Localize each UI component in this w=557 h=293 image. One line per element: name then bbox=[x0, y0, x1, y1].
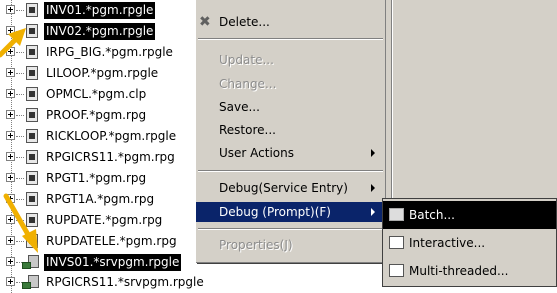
interactive-debug-icon bbox=[389, 236, 404, 249]
program-file-icon bbox=[26, 66, 38, 80]
service-program-icon bbox=[22, 274, 42, 290]
object-tree: INV01.*pgm.rpgle INV02.*pgm.rpgle IRPG_B… bbox=[0, 0, 204, 293]
tree-item[interactable]: INV02.*pgm.rpgle bbox=[0, 21, 200, 42]
tree-item[interactable]: RPGICRS11.*srvpgm.rpgle bbox=[0, 272, 204, 293]
tree-item-label[interactable]: INVS01.*srvpgm.rpgle bbox=[44, 254, 182, 271]
expand-icon[interactable] bbox=[6, 26, 15, 35]
program-file-icon bbox=[26, 150, 38, 164]
program-file-icon bbox=[26, 24, 38, 38]
program-file-icon bbox=[26, 213, 38, 227]
menu-item-label: Restore... bbox=[219, 123, 276, 137]
tree-item-label[interactable]: RICKLOOP.*pgm.rpgle bbox=[44, 128, 178, 145]
submenu-item-label: Batch... bbox=[409, 208, 455, 222]
menu-item-debug-service-entry[interactable]: Debug(Service Entry) bbox=[196, 178, 385, 198]
program-file-icon bbox=[26, 108, 38, 122]
menu-separator bbox=[198, 38, 383, 40]
tree-item-label[interactable]: INV02.*pgm.rpgle bbox=[44, 23, 156, 40]
expand-icon[interactable] bbox=[6, 173, 15, 182]
submenu-arrow-icon bbox=[371, 184, 375, 192]
submenu-arrow-icon bbox=[371, 208, 375, 216]
tree-item[interactable]: RPGICRS11.*pgm.rpg bbox=[0, 147, 200, 168]
menu-separator bbox=[198, 170, 383, 172]
program-file-icon bbox=[26, 45, 38, 59]
tree-item-label[interactable]: LILOOP.*pgm.rpgle bbox=[44, 65, 160, 82]
tree-item[interactable]: LILOOP.*pgm.rpgle bbox=[0, 63, 200, 84]
menu-item-label: Debug (Prompt)(F) bbox=[219, 205, 331, 219]
menu-item-label: Change... bbox=[219, 77, 277, 91]
tree-item-label[interactable]: RPGICRS11.*pgm.rpg bbox=[44, 149, 177, 166]
menu-separator bbox=[198, 228, 383, 230]
service-program-icon bbox=[22, 254, 42, 270]
expand-icon[interactable] bbox=[6, 131, 15, 140]
menu-item-user-actions[interactable]: User Actions bbox=[196, 143, 385, 163]
background-panel bbox=[386, 0, 557, 198]
menu-item-debug-prompt[interactable]: Debug (Prompt)(F) bbox=[196, 202, 385, 222]
expand-icon[interactable] bbox=[6, 89, 15, 98]
submenu-item-interactive[interactable]: Interactive... bbox=[383, 229, 556, 257]
expand-icon[interactable] bbox=[6, 110, 15, 119]
expand-icon[interactable] bbox=[6, 68, 15, 77]
tree-item[interactable]: RICKLOOP.*pgm.rpgle bbox=[0, 126, 200, 147]
multithreaded-debug-icon bbox=[389, 264, 404, 277]
tree-item[interactable]: IRPG_BIG.*pgm.rpgle bbox=[0, 42, 200, 63]
program-file-icon bbox=[26, 234, 38, 248]
tree-item-label[interactable]: OPMCL.*pgm.clp bbox=[44, 86, 148, 103]
program-file-icon bbox=[26, 192, 38, 206]
submenu-arrow-icon bbox=[371, 149, 375, 157]
tree-item[interactable]: RPGT1A.*pgm.rpg bbox=[0, 189, 200, 210]
tree-item-label[interactable]: IRPG_BIG.*pgm.rpgle bbox=[44, 44, 175, 61]
tree-item[interactable]: RUPDATELE.*pgm.rpg bbox=[0, 231, 200, 252]
menu-item-delete[interactable]: ✖ Delete... bbox=[196, 12, 385, 32]
submenu-item-multithreaded[interactable]: Multi-threaded... bbox=[383, 257, 556, 285]
expand-icon[interactable] bbox=[6, 215, 15, 224]
submenu-item-label: Interactive... bbox=[409, 236, 486, 250]
program-file-icon bbox=[26, 3, 38, 17]
tree-item-label[interactable]: RPGT1.*pgm.rpg bbox=[44, 170, 148, 187]
menu-item-change: Change... bbox=[196, 74, 385, 94]
tree-item[interactable]: RPGT1.*pgm.rpg bbox=[0, 168, 200, 189]
menu-item-label: Delete... bbox=[219, 15, 270, 29]
tree-item-label[interactable]: PROOF.*pgm.rpg bbox=[44, 107, 148, 124]
tree-item-label[interactable]: RUPDATELE.*pgm.rpg bbox=[44, 233, 179, 250]
menu-item-label: Update... bbox=[219, 53, 274, 67]
tree-item-label[interactable]: RPGT1A.*pgm.rpg bbox=[44, 191, 156, 208]
batch-debug-icon bbox=[389, 208, 404, 221]
menu-item-label: Properties(J) bbox=[219, 238, 293, 252]
tree-item[interactable]: INV01.*pgm.rpgle bbox=[0, 0, 200, 21]
delete-x-icon: ✖ bbox=[199, 14, 211, 30]
program-file-icon bbox=[26, 171, 38, 185]
expand-icon[interactable] bbox=[6, 257, 15, 266]
menu-item-label: Debug(Service Entry) bbox=[219, 181, 348, 195]
tree-item-label[interactable]: INV01.*pgm.rpgle bbox=[44, 2, 156, 19]
expand-icon[interactable] bbox=[6, 47, 15, 56]
tree-item[interactable]: INVS01.*srvpgm.rpgle bbox=[0, 252, 200, 273]
menu-item-update: Update... bbox=[196, 50, 385, 70]
program-file-icon bbox=[26, 129, 38, 143]
submenu-item-label: Multi-threaded... bbox=[409, 264, 509, 278]
debug-submenu: Batch... Interactive... Multi-threaded..… bbox=[382, 198, 557, 287]
expand-icon[interactable] bbox=[6, 5, 15, 14]
menu-item-restore[interactable]: Restore... bbox=[196, 120, 385, 140]
menu-item-save[interactable]: Save... bbox=[196, 97, 385, 117]
expand-icon[interactable] bbox=[6, 236, 15, 245]
submenu-item-batch[interactable]: Batch... bbox=[383, 201, 556, 229]
expand-icon[interactable] bbox=[6, 152, 15, 161]
expand-icon[interactable] bbox=[6, 194, 15, 203]
menu-item-label: Save... bbox=[219, 100, 260, 114]
tree-item[interactable]: RUPDATE.*pgm.rpg bbox=[0, 210, 200, 231]
menu-item-label: User Actions bbox=[219, 146, 294, 160]
program-file-icon bbox=[26, 87, 38, 101]
context-menu: ✖ Delete... Update... Change... Save... … bbox=[196, 0, 386, 263]
tree-item-label[interactable]: RPGICRS11.*srvpgm.rpgle bbox=[44, 274, 206, 291]
menu-item-properties: Properties(J) bbox=[196, 235, 385, 255]
tree-item-label[interactable]: RUPDATE.*pgm.rpg bbox=[44, 212, 164, 229]
tree-item[interactable]: PROOF.*pgm.rpg bbox=[0, 105, 200, 126]
expand-icon[interactable] bbox=[6, 277, 15, 286]
tree-item[interactable]: OPMCL.*pgm.clp bbox=[0, 84, 200, 105]
